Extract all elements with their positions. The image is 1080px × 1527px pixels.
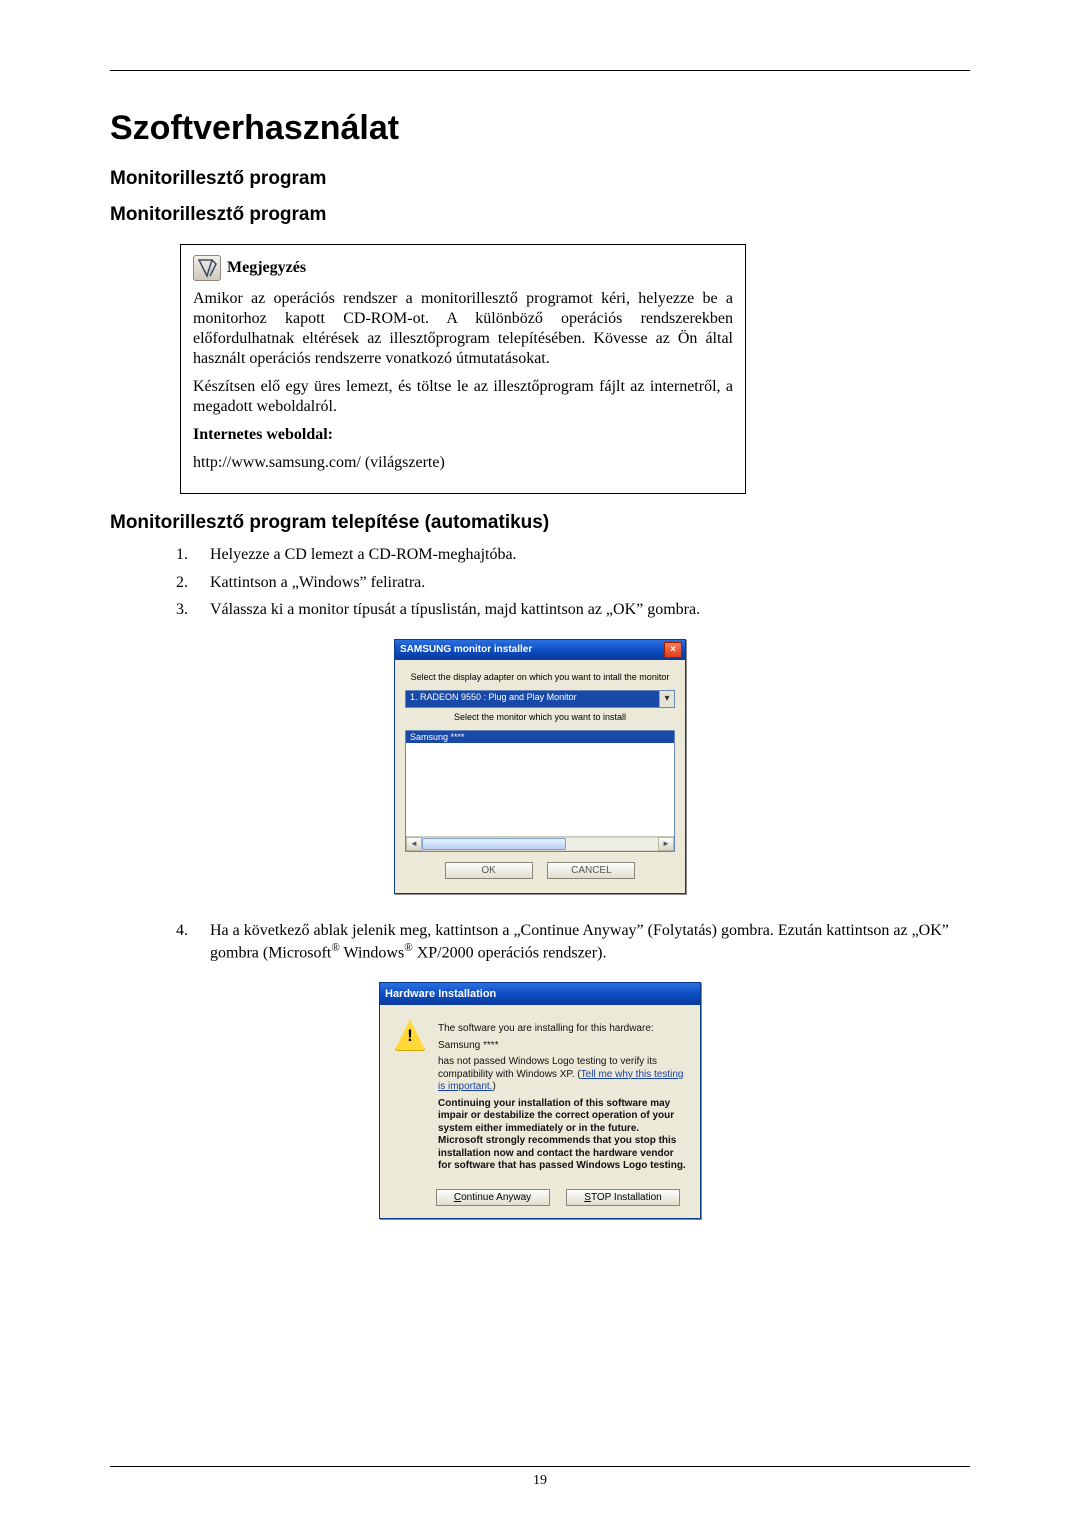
ok-button[interactable]: OK	[445, 862, 533, 879]
monitor-list-item[interactable]: Samsung ****	[406, 731, 674, 743]
hw-p1: The software you are installing for this…	[438, 1023, 686, 1036]
warning-icon: !	[394, 1019, 426, 1051]
section-heading-2: Monitorillesztő program	[110, 204, 970, 226]
scroll-right-icon[interactable]: ►	[658, 837, 674, 851]
monitor-list[interactable]: Samsung **** ◄ ►	[405, 730, 675, 852]
hw-p2: Samsung ****	[438, 1040, 686, 1053]
close-icon[interactable]: ×	[664, 642, 682, 658]
step-2: Kattintson a „Windows” feliratra.	[200, 572, 970, 594]
page-number: 19	[0, 1473, 1080, 1489]
hw-p3: has not passed Windows Logo testing to v…	[438, 1056, 686, 1094]
note-p1: Amikor az operációs rendszer a monitoril…	[193, 289, 733, 369]
step-3: Válassza ki a monitor típusát a típuslis…	[200, 599, 970, 621]
step-1: Helyezze a CD lemezt a CD-ROM-meghajtóba…	[200, 544, 970, 566]
installer-dialog: SAMSUNG monitor installer × Select the d…	[394, 639, 686, 894]
reg-mark-2: ®	[404, 942, 413, 954]
note-heading: Megjegyzés	[227, 258, 306, 278]
hw-p4: Continuing your installation of this sof…	[438, 1098, 686, 1173]
hw-title: Hardware Installation	[385, 988, 496, 1000]
top-rule	[110, 70, 970, 71]
continue-anyway-button[interactable]: Continue Anyway	[436, 1189, 550, 1206]
note-label: Internetes weboldal:	[193, 426, 333, 443]
note-p2: Készítsen elő egy üres lemezt, és töltse…	[193, 377, 733, 417]
installer-titlebar[interactable]: SAMSUNG monitor installer ×	[395, 640, 685, 660]
adapter-select-value: 1. RADEON 9550 : Plug and Play Monitor	[406, 691, 659, 707]
horizontal-scrollbar[interactable]: ◄ ►	[406, 836, 674, 851]
section-heading-1: Monitorillesztő program	[110, 168, 970, 190]
note-box: Megjegyzés Amikor az operációs rendszer …	[180, 244, 746, 494]
steps-list: Helyezze a CD lemezt a CD-ROM-meghajtóba…	[174, 544, 970, 621]
note-icon	[193, 255, 221, 281]
bottom-rule	[110, 1466, 970, 1467]
steps-list-cont: Ha a következő ablak jelenik meg, kattin…	[174, 920, 970, 965]
scroll-thumb[interactable]	[422, 838, 566, 850]
reg-mark-1: ®	[331, 942, 340, 954]
step-4: Ha a következő ablak jelenik meg, kattin…	[200, 920, 970, 965]
installer-title: SAMSUNG monitor installer	[400, 644, 532, 655]
page-title: Szoftverhasználat	[110, 109, 970, 148]
hw-titlebar[interactable]: Hardware Installation	[380, 983, 700, 1005]
section-heading-3: Monitorillesztő program telepítése (auto…	[110, 512, 970, 534]
hardware-installation-dialog: Hardware Installation ! The software you…	[379, 982, 701, 1219]
installer-hint-1: Select the display adapter on which you …	[405, 672, 675, 682]
cancel-button[interactable]: CANCEL	[547, 862, 635, 879]
note-url: http://www.samsung.com/ (világszerte)	[193, 453, 733, 473]
chevron-down-icon[interactable]: ▾	[659, 691, 674, 707]
adapter-select[interactable]: 1. RADEON 9550 : Plug and Play Monitor ▾	[405, 690, 675, 708]
hw-text: The software you are installing for this…	[438, 1019, 686, 1177]
installer-hint-2: Select the monitor which you want to ins…	[405, 712, 675, 722]
stop-installation-button[interactable]: STOP Installation	[566, 1189, 680, 1206]
scroll-left-icon[interactable]: ◄	[406, 837, 422, 851]
